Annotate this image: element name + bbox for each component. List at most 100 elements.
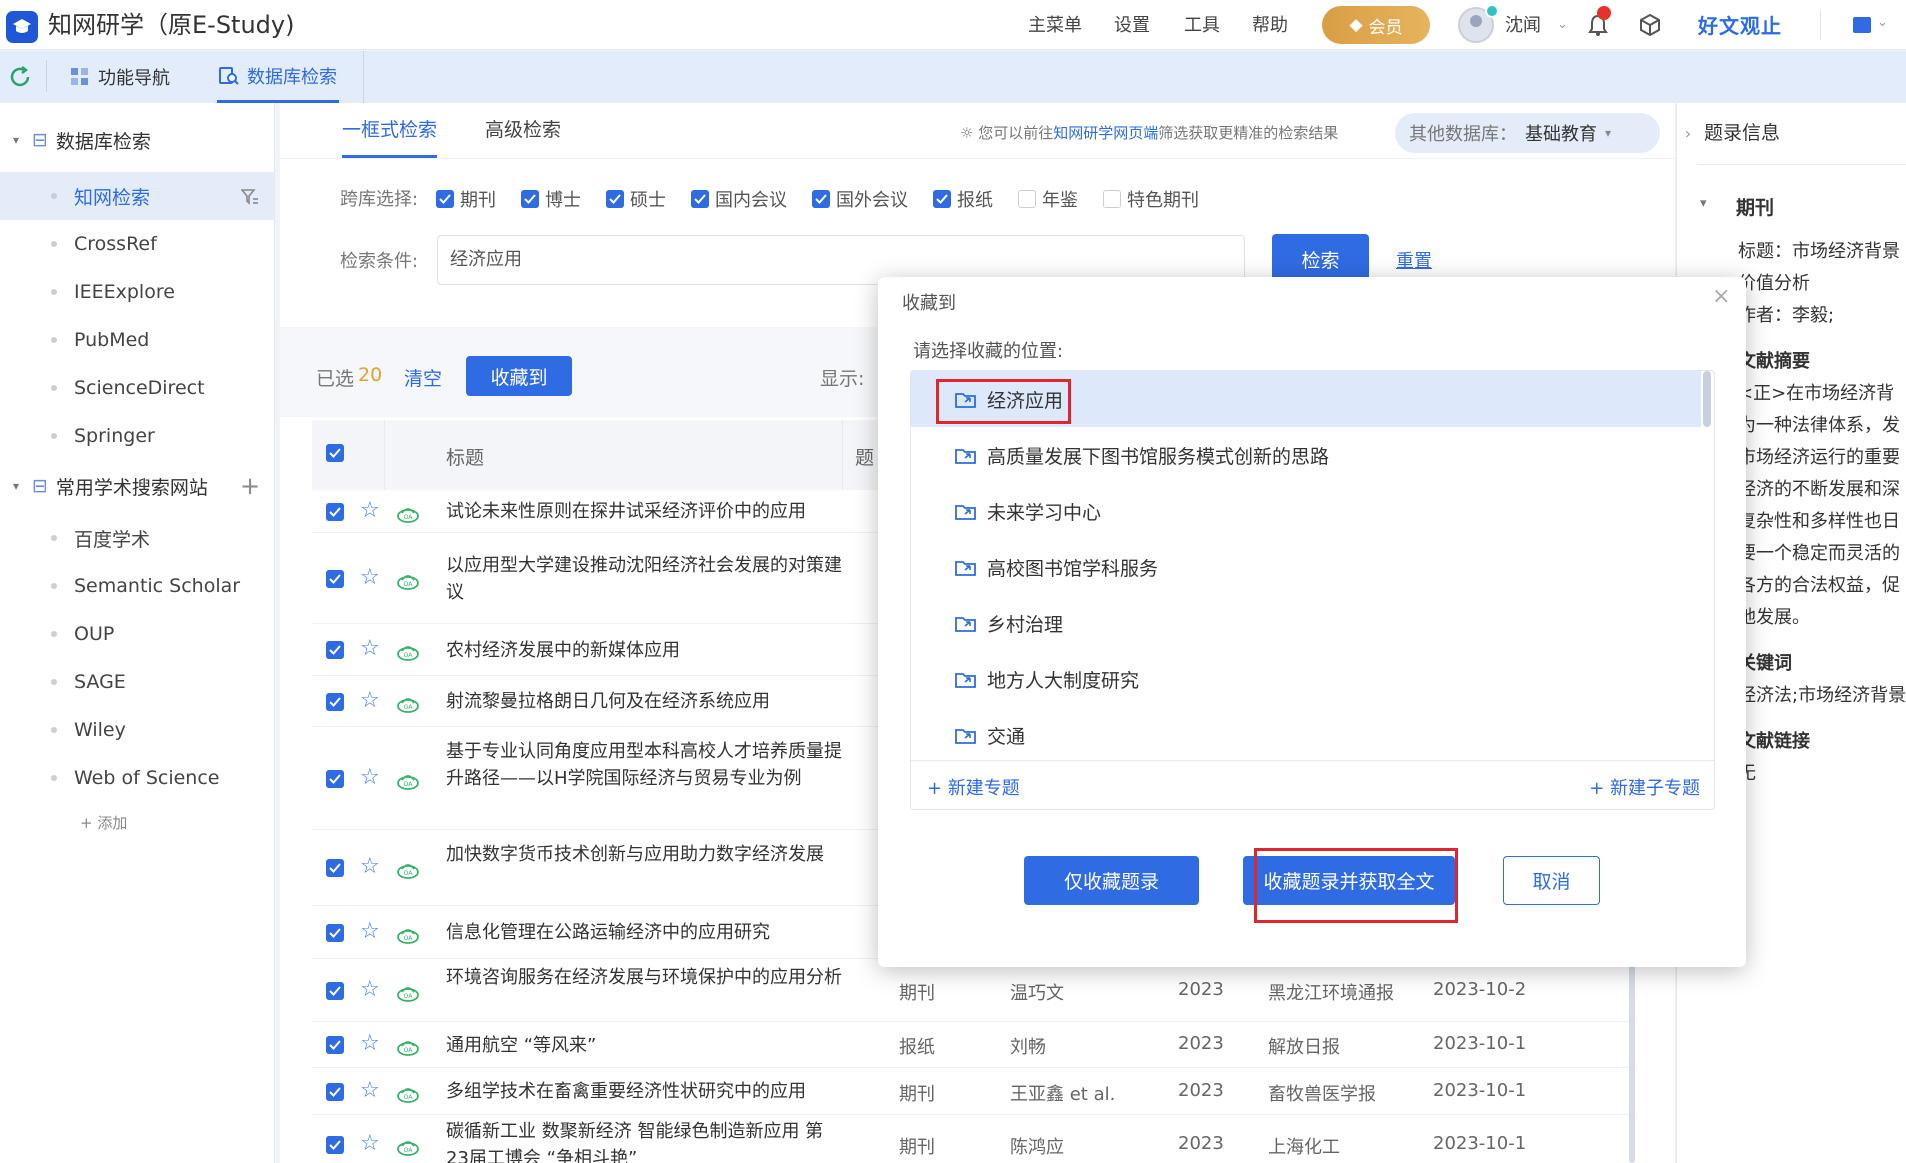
- sidebar-item[interactable]: IEEExplore: [0, 268, 274, 316]
- cross-db-option[interactable]: 报纸: [933, 186, 993, 212]
- row-checkbox[interactable]: [326, 1136, 344, 1154]
- row-checkbox[interactable]: [326, 1082, 344, 1101]
- star-icon[interactable]: ☆: [360, 765, 380, 790]
- sidebar-item[interactable]: SAGE: [0, 658, 274, 706]
- cross-db-option[interactable]: 博士: [521, 186, 581, 212]
- table-row[interactable]: ☆ OA 多组学技术在畜禽重要经济性状研究中的应用 期刊 王亚鑫 et al. 2023 畜…: [312, 1068, 1637, 1115]
- star-icon[interactable]: ☆: [360, 977, 380, 1002]
- close-icon[interactable]: ×: [1712, 284, 1730, 309]
- cross-db-option[interactable]: 国内会议: [691, 186, 787, 212]
- row-checkbox[interactable]: [326, 923, 344, 942]
- chevron-down-icon[interactable]: ▾: [1700, 196, 1707, 211]
- sidebar-item[interactable]: Springer: [0, 412, 274, 460]
- star-icon[interactable]: ☆: [360, 565, 380, 590]
- add-site-link[interactable]: + 添加: [0, 812, 274, 833]
- folder-list-scrollbar[interactable]: [1703, 371, 1711, 427]
- vip-button[interactable]: ◆ 会员: [1322, 6, 1430, 44]
- sidebar-item[interactable]: PubMed: [0, 316, 274, 364]
- checkbox[interactable]: [1018, 190, 1036, 208]
- checkbox[interactable]: [521, 190, 539, 208]
- folder-item[interactable]: 高校图书馆学科服务: [955, 539, 1158, 595]
- sidebar-group-websites[interactable]: ▾ ⊟ 常用学术搜索网站 +: [0, 466, 274, 506]
- cross-db-option[interactable]: 年鉴: [1018, 186, 1078, 212]
- cross-db-option[interactable]: 硕士: [606, 186, 666, 212]
- brand-logo[interactable]: 好文观止: [1698, 10, 1782, 39]
- row-title[interactable]: 加快数字货币技术创新与应用助力数字经济发展: [446, 841, 846, 868]
- header-type[interactable]: 题: [855, 443, 874, 470]
- checkbox[interactable]: [1103, 190, 1121, 208]
- row-checkbox[interactable]: [326, 569, 344, 588]
- filter-icon[interactable]: [241, 188, 259, 206]
- tab-function-nav[interactable]: 功能导航: [70, 51, 170, 103]
- sidebar-item[interactable]: Web of Science: [0, 754, 274, 802]
- row-title[interactable]: 通用航空 “等风来”: [446, 1032, 846, 1059]
- star-icon[interactable]: ☆: [360, 688, 380, 713]
- cross-db-option[interactable]: 国外会议: [812, 186, 908, 212]
- main-menu-button[interactable]: 主菜单: [1028, 14, 1082, 38]
- notice-link[interactable]: 知网研学网页端: [1053, 124, 1158, 142]
- window-chevron-icon[interactable]: ⌄: [1877, 15, 1888, 30]
- sidebar-item[interactable]: 百度学术: [0, 514, 274, 562]
- row-title[interactable]: 农村经济发展中的新媒体应用: [446, 637, 846, 664]
- row-title[interactable]: 射流黎曼拉格朗日几何及在经济系统应用: [446, 688, 846, 715]
- star-icon[interactable]: ☆: [360, 1131, 380, 1156]
- sidebar-item[interactable]: OUP: [0, 610, 274, 658]
- row-checkbox[interactable]: [326, 1036, 344, 1054]
- sidebar-item[interactable]: Wiley: [0, 706, 274, 754]
- star-icon[interactable]: ☆: [360, 919, 380, 944]
- row-checkbox[interactable]: [326, 692, 344, 711]
- tools-button[interactable]: 工具: [1184, 14, 1220, 38]
- clear-button[interactable]: 清空: [404, 364, 442, 391]
- row-title[interactable]: 多组学技术在畜禽重要经济性状研究中的应用: [446, 1078, 846, 1105]
- sidebar-item[interactable]: 知网检索: [0, 172, 274, 220]
- collect-to-button[interactable]: 收藏到: [466, 356, 572, 396]
- collect-record-only-button[interactable]: 仅收藏题录: [1024, 856, 1199, 905]
- folder-item[interactable]: 地方人大制度研究: [955, 651, 1139, 707]
- star-icon[interactable]: ☆: [360, 1078, 380, 1103]
- star-icon[interactable]: ☆: [360, 636, 380, 661]
- checkbox[interactable]: [812, 190, 830, 208]
- user-name[interactable]: 沈闻: [1505, 14, 1541, 38]
- row-title[interactable]: 基于专业认同角度应用型本科高校人才培养质量提升路径——以H学院国际经济与贸易专业…: [446, 738, 846, 792]
- refresh-icon[interactable]: [8, 65, 32, 89]
- row-checkbox[interactable]: [326, 859, 344, 877]
- tab-simple-search[interactable]: 一框式检索: [342, 118, 438, 158]
- checkbox[interactable]: [691, 190, 709, 208]
- star-icon[interactable]: ☆: [360, 854, 380, 879]
- header-title[interactable]: 标题: [446, 443, 484, 470]
- chevron-right-icon[interactable]: ›: [1678, 103, 1698, 163]
- table-row[interactable]: ☆ OA 通用航空 “等风来” 报纸 刘畅 2023 解放日报 2023-10-1: [312, 1022, 1637, 1068]
- checkbox[interactable]: [436, 190, 454, 208]
- star-icon[interactable]: ☆: [360, 1031, 380, 1056]
- star-icon[interactable]: ☆: [360, 498, 380, 523]
- help-button[interactable]: 帮助: [1252, 14, 1288, 38]
- folder-item[interactable]: 未来学习中心: [955, 483, 1101, 539]
- tab-database-search[interactable]: 数据库检索: [217, 51, 339, 103]
- sidebar-item[interactable]: Semantic Scholar: [0, 562, 274, 610]
- table-row[interactable]: ☆ OA 环境咨询服务在经济发展与环境保护中的应用分析 期刊 温巧文 2023 黑龙江环境通…: [312, 959, 1637, 1022]
- other-database-select[interactable]: 其他数据库： 基础教育 ▾: [1395, 113, 1660, 153]
- tab-advanced-search[interactable]: 高级检索: [485, 118, 561, 158]
- sidebar-item[interactable]: CrossRef: [0, 220, 274, 268]
- folder-item[interactable]: 交通: [955, 707, 1025, 763]
- reset-button[interactable]: 重置: [1396, 247, 1432, 273]
- new-topic-button[interactable]: + 新建专题: [927, 774, 1020, 800]
- row-checkbox[interactable]: [326, 502, 344, 521]
- row-checkbox[interactable]: [326, 769, 344, 788]
- window-icon[interactable]: [1853, 17, 1871, 33]
- checkbox[interactable]: [933, 190, 951, 208]
- add-site-icon[interactable]: +: [240, 472, 260, 500]
- new-subtopic-button[interactable]: + 新建子专题: [1589, 774, 1700, 800]
- settings-button[interactable]: 设置: [1114, 14, 1150, 38]
- row-title[interactable]: 试论未来性原则在探井试采经济评价中的应用: [446, 498, 846, 525]
- cross-db-option[interactable]: 期刊: [436, 186, 496, 212]
- row-title[interactable]: 环境咨询服务在经济发展与环境保护中的应用分析: [446, 964, 846, 991]
- cross-db-option[interactable]: 特色期刊: [1103, 186, 1199, 212]
- select-all-checkbox[interactable]: [326, 444, 344, 462]
- row-title[interactable]: 碳循新工业 数聚新经济 智能绿色制造新应用 第23届工博会 “争相斗艳”: [446, 1118, 846, 1163]
- folder-item[interactable]: 乡村治理: [955, 595, 1063, 651]
- row-title[interactable]: 以应用型大学建设推动沈阳经济社会发展的对策建议: [446, 552, 846, 606]
- cancel-button[interactable]: 取消: [1503, 856, 1600, 905]
- checkbox[interactable]: [606, 190, 624, 208]
- chevron-down-icon[interactable]: ⌄: [1557, 17, 1568, 32]
